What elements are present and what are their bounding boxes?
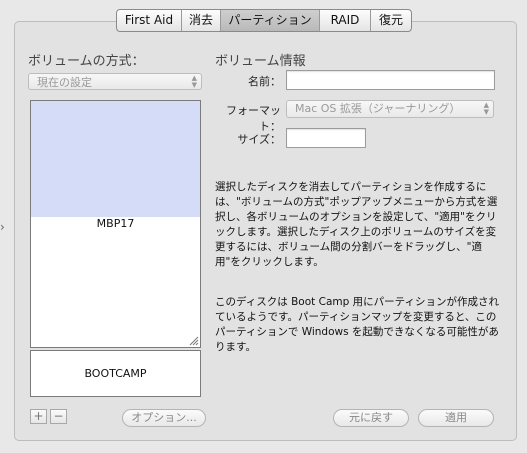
remove-partition-button[interactable]: −: [50, 409, 67, 424]
size-field[interactable]: [286, 128, 366, 148]
select-arrows-icon: ▲ ▼: [483, 101, 489, 116]
tab-partition[interactable]: パーティション: [221, 10, 320, 31]
options-button[interactable]: オプション...: [122, 409, 206, 427]
volume-scheme-select[interactable]: 現在の設定 ▲ ▼: [28, 73, 202, 90]
tab-bar: First Aid 消去 パーティション RAID 復元: [116, 9, 412, 32]
edge-caret-icon: ›: [0, 220, 5, 234]
instructions-text: 選択したディスクを消去してパーティションを作成するには、"ボリュームの方式"ポッ…: [215, 181, 498, 268]
name-field[interactable]: [286, 70, 495, 90]
revert-button[interactable]: 元に戻す: [333, 409, 409, 427]
apply-button[interactable]: 適用: [418, 409, 494, 427]
tab-raid[interactable]: RAID: [320, 10, 371, 31]
partition-mbp17-selected[interactable]: [31, 101, 200, 217]
bootcamp-warning-text: このディスクは Boot Camp 用にパーティションが作成されているようです。…: [215, 296, 499, 353]
partition-map[interactable]: MBP17: [30, 100, 201, 348]
select-arrows-icon: ▲ ▼: [191, 74, 197, 89]
tab-erase[interactable]: 消去: [182, 10, 221, 31]
resize-grip-icon[interactable]: [189, 336, 199, 346]
partition-bootcamp[interactable]: BOOTCAMP: [30, 350, 201, 397]
format-select[interactable]: Mac OS 拡張（ジャーナリング） ▲ ▼: [286, 100, 494, 118]
add-partition-button[interactable]: +: [30, 409, 47, 424]
partition-name-mbp17: MBP17: [96, 217, 135, 230]
tab-first-aid[interactable]: First Aid: [117, 10, 182, 31]
tab-restore[interactable]: 復元: [371, 10, 411, 31]
volume-scheme-heading: ボリュームの方式：: [28, 54, 145, 69]
format-label: フォーマット：: [226, 104, 281, 133]
volume-info-heading: ボリューム情報: [215, 54, 306, 69]
size-label: サイズ：: [237, 133, 281, 146]
name-label: 名前：: [248, 75, 281, 88]
format-value: Mac OS 拡張（ジャーナリング）: [295, 102, 461, 115]
volume-scheme-value: 現在の設定: [37, 76, 92, 89]
